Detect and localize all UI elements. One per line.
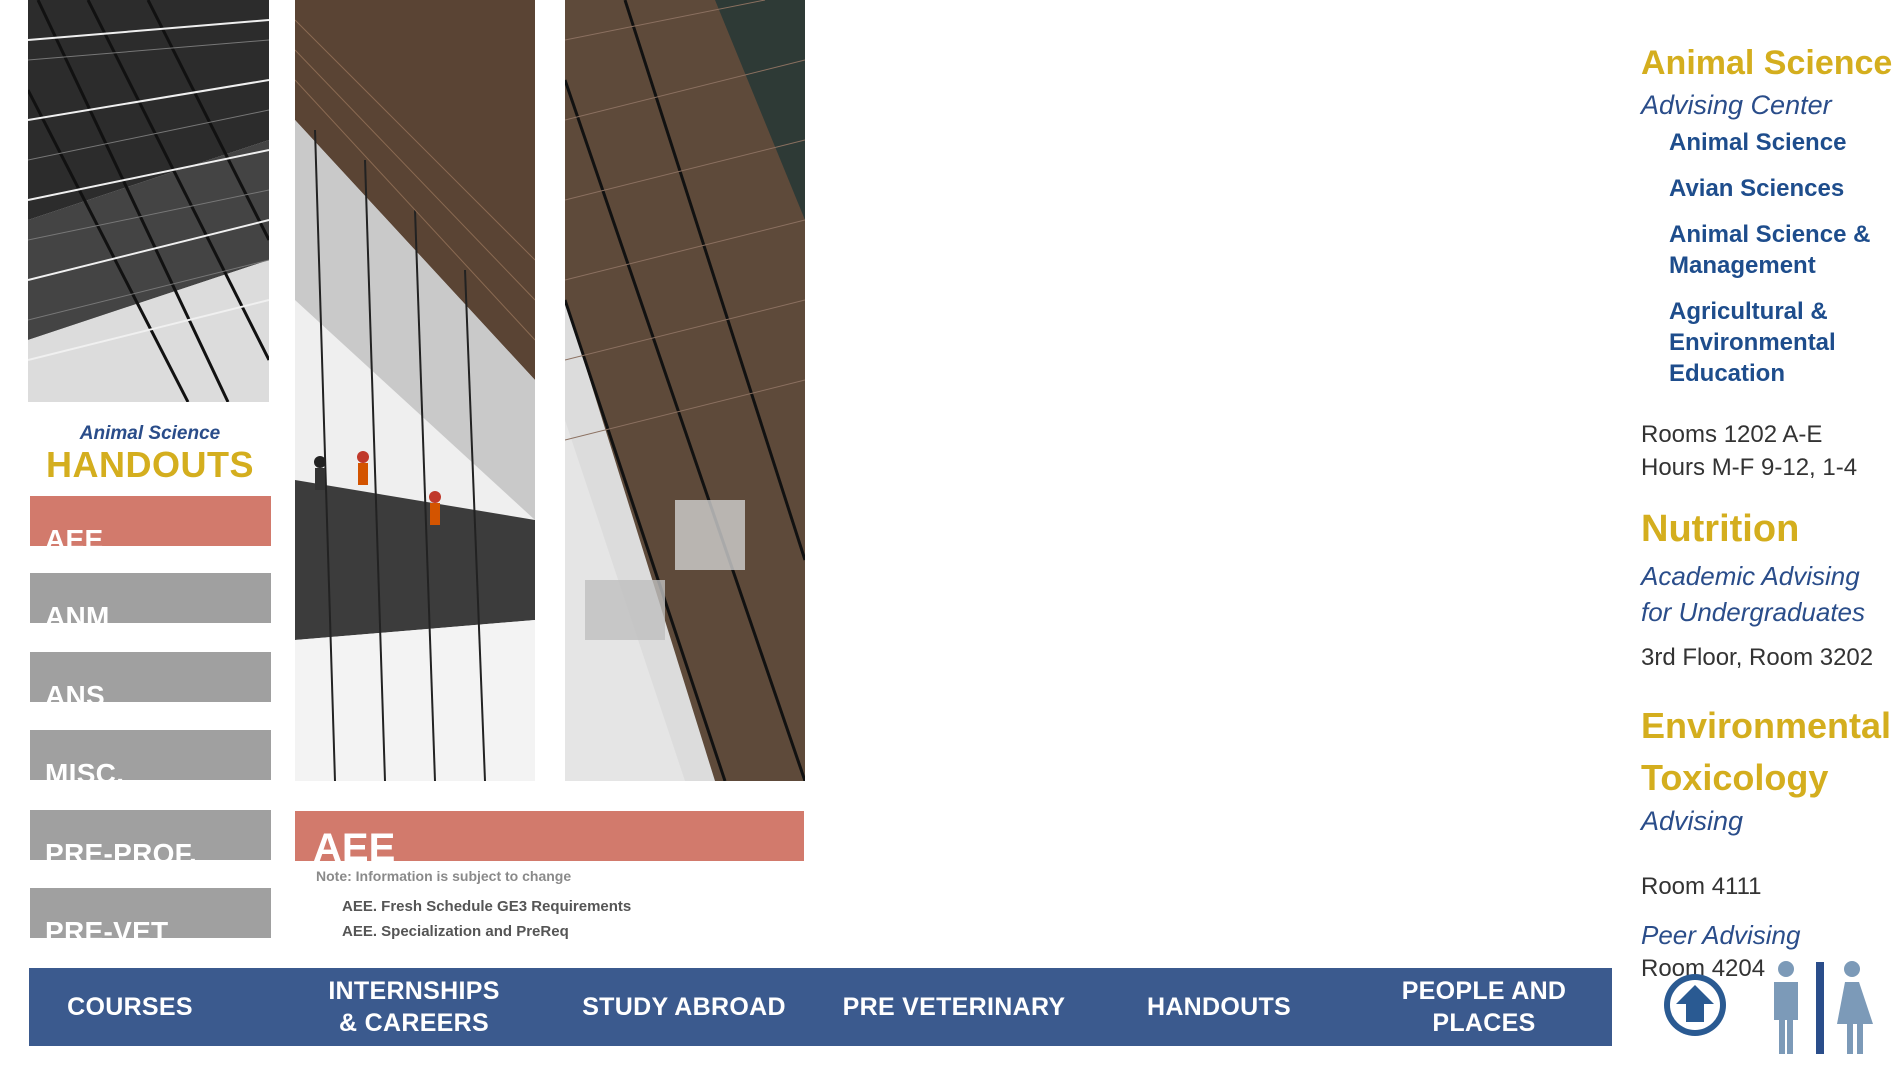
nav-courses[interactable]: COURSES: [29, 968, 231, 1046]
nav-study-abroad[interactable]: STUDY ABROAD: [569, 968, 799, 1046]
category-label: AEE: [45, 524, 104, 547]
nav-pre-veterinary[interactable]: PRE VETERINARY: [839, 968, 1069, 1046]
sidebar-hours: Hours M-F 9-12, 1-4: [1641, 454, 1858, 481]
sidebar-env-tox-room: Room 4111: [1641, 873, 1762, 900]
document-link[interactable]: AEE. Specialization and PreReq: [342, 923, 569, 940]
sidebar-animal-science-title: Animal Science: [1641, 44, 1893, 82]
category-button-pre-prof[interactable]: PRE-PROF.: [30, 810, 271, 860]
handouts-title: HANDOUTS: [46, 444, 254, 485]
photo-right: [565, 0, 805, 781]
document-link[interactable]: AEE. Fresh Schedule GE3 Requirements: [342, 898, 631, 915]
sidebar-env-tox-subtitle: Advising: [1641, 806, 1744, 836]
category-label: ANS: [45, 680, 106, 703]
home-icon[interactable]: [1662, 972, 1728, 1038]
main-nav-bar: COURSES INTERNSHIPS & CAREERS STUDY ABRO…: [29, 968, 1612, 1046]
sidebar-link-avian-sciences[interactable]: Avian Sciences: [1669, 173, 1884, 204]
sidebar-animal-science-subtitle: Advising Center: [1641, 90, 1832, 120]
restroom-icon: [1768, 960, 1878, 1056]
nav-internships-careers[interactable]: INTERNSHIPS & CAREERS: [328, 968, 499, 1046]
nav-handouts[interactable]: HANDOUTS: [1129, 968, 1309, 1046]
category-button-pre-vet[interactable]: PRE-VET: [30, 888, 271, 938]
sidebar-nutrition-subtitle: Academic Advising for Undergraduates: [1641, 561, 1866, 627]
sidebar-peer-advising-label: Peer Advising: [1641, 920, 1801, 950]
sidebar-nutrition-location: 3rd Floor, Room 3202: [1641, 644, 1874, 671]
category-label: PRE-PROF.: [45, 838, 198, 861]
photo-left: [28, 0, 269, 402]
category-label: PRE-VET: [45, 916, 169, 939]
sidebar-link-animal-science[interactable]: Animal Science: [1669, 127, 1884, 158]
sidebar-nutrition-title: Nutrition: [1641, 508, 1800, 550]
category-button-misc[interactable]: MISC.: [30, 730, 271, 780]
category-button-aee[interactable]: AEE: [30, 496, 271, 546]
category-button-ans[interactable]: ANS: [30, 652, 271, 702]
handouts-subtitle: Animal Science: [79, 423, 221, 444]
change-note: Note: Information is subject to change: [316, 868, 572, 884]
handouts-heading: Animal Science HANDOUTS: [28, 423, 272, 485]
sidebar-link-agricultural-environmental-education[interactable]: Agricultural & Environmental Education: [1669, 296, 1849, 389]
category-label: MISC.: [45, 758, 125, 781]
nav-people-places[interactable]: PEOPLE AND PLACES: [1389, 968, 1579, 1046]
sidebar-rooms: Rooms 1202 A-E: [1641, 421, 1823, 448]
sidebar-link-animal-science-management[interactable]: Animal Science & Management: [1669, 219, 1884, 281]
section-heading: AEE: [313, 826, 396, 861]
category-label: ANM: [45, 601, 110, 624]
sidebar-env-tox-title: Environmental Toxicology: [1641, 705, 1892, 798]
category-button-anm[interactable]: ANM: [30, 573, 271, 623]
section-heading-bar: AEE: [295, 811, 804, 861]
photo-middle: [295, 0, 535, 781]
